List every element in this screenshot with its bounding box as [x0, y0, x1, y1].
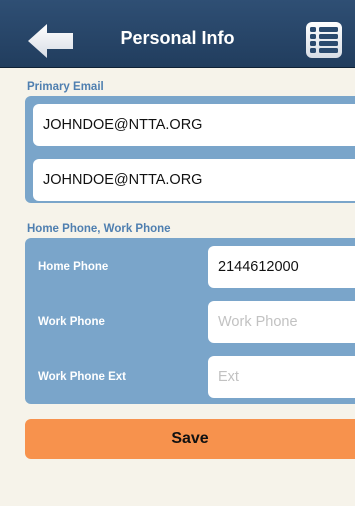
primary-email-input[interactable] — [33, 104, 355, 146]
navigation-bar: Personal Info — [0, 0, 355, 68]
back-button[interactable] — [28, 24, 74, 58]
email-panel — [25, 96, 355, 203]
work-phone-ext-label: Work Phone Ext — [38, 371, 126, 383]
work-phone-ext-input[interactable] — [208, 356, 355, 398]
home-phone-label: Home Phone — [38, 261, 109, 273]
list-menu-icon — [306, 22, 342, 58]
work-phone-input[interactable] — [208, 301, 355, 343]
email-section-label: Primary Email — [27, 81, 104, 93]
work-phone-label: Work Phone — [38, 316, 105, 328]
back-arrow-icon — [28, 24, 73, 58]
menu-button[interactable] — [306, 22, 342, 58]
phone-section-label: Home Phone, Work Phone — [27, 223, 171, 235]
home-phone-input[interactable] — [208, 246, 355, 288]
phone-panel: Home Phone Work Phone Work Phone Ext — [25, 238, 355, 404]
save-button[interactable]: Save — [25, 419, 355, 459]
confirm-email-input[interactable] — [33, 159, 355, 201]
